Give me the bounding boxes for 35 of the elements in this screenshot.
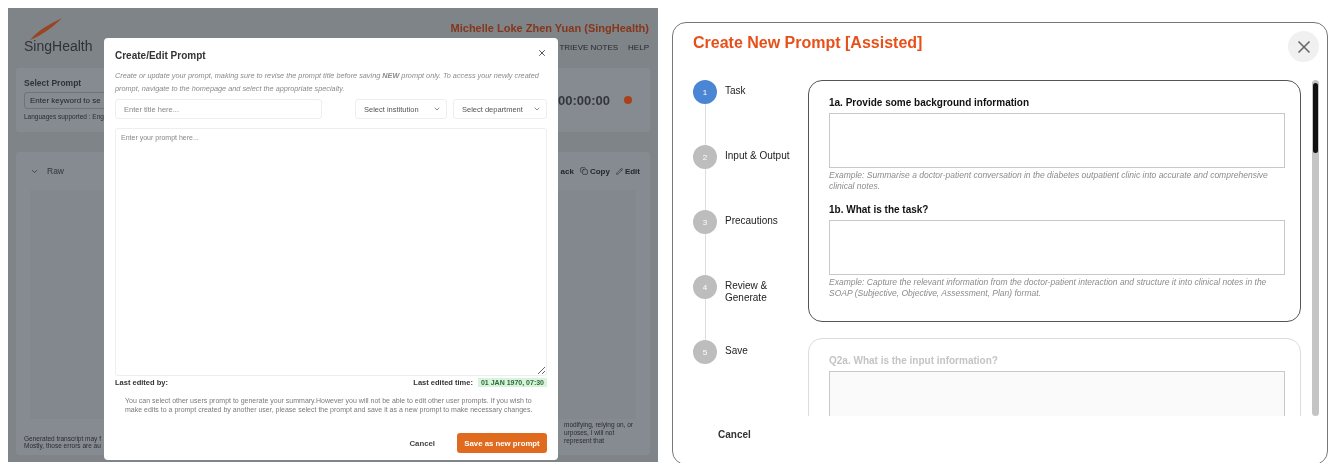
step-label: Input & Output	[725, 150, 790, 163]
step-label: Task	[725, 85, 746, 98]
nav-link[interactable]: HELP	[628, 43, 649, 52]
chevron-down-icon	[533, 105, 541, 113]
step-number[interactable]: 1	[693, 80, 717, 104]
user-name: Michelle Loke Zhen Yuan (SingHealth)	[450, 22, 649, 34]
scrollbar[interactable]	[1312, 80, 1319, 416]
dialog-title: Create/Edit Prompt	[115, 50, 206, 61]
answer-box[interactable]	[829, 113, 1285, 168]
step-label: Review & Generate	[725, 280, 769, 305]
example-text: Example: Capture the relevant information from the doctor-patient interaction and structure it into clinical notes in the SOAP (Subjective, Objective, Assessment, Plan) format.	[829, 277, 1268, 299]
select-prompt-label: Select Prompt	[24, 78, 83, 88]
cancel-button[interactable]: Cancel	[718, 429, 751, 440]
close-button[interactable]	[1288, 31, 1319, 62]
step-label: Save	[725, 345, 748, 358]
example-text: Example: Summarise a doctor-patient conversation in the diabetes outpatient clinic into accurate and comprehensive clinical notes.	[829, 170, 1269, 192]
dialog-title: Create New Prompt [Assisted]	[693, 34, 923, 52]
close-icon	[537, 48, 547, 58]
record-icon[interactable]	[624, 96, 632, 104]
nav-link[interactable]: TRIEVE NOTES	[559, 43, 619, 52]
edit-button[interactable]: Edit	[615, 166, 640, 176]
logo-text: SingHealth	[24, 38, 93, 54]
question-label: Q2a. What is the input information?	[829, 355, 999, 366]
raw-toggle[interactable]: Raw	[30, 166, 64, 176]
pencil-icon	[615, 167, 623, 175]
question-label: 1a. Provide some background information	[829, 97, 1031, 108]
step-label: Precautions	[725, 215, 778, 228]
action-button[interactable]: ack	[560, 166, 574, 176]
question-label: 1b. What is the task?	[829, 204, 930, 215]
timer: 00:00:00	[557, 92, 610, 108]
close-button[interactable]	[537, 48, 547, 58]
answer-box[interactable]	[829, 220, 1285, 275]
copy-button[interactable]: Copy	[579, 166, 610, 176]
chevron-down-icon	[433, 105, 441, 113]
copy-icon	[579, 167, 588, 175]
